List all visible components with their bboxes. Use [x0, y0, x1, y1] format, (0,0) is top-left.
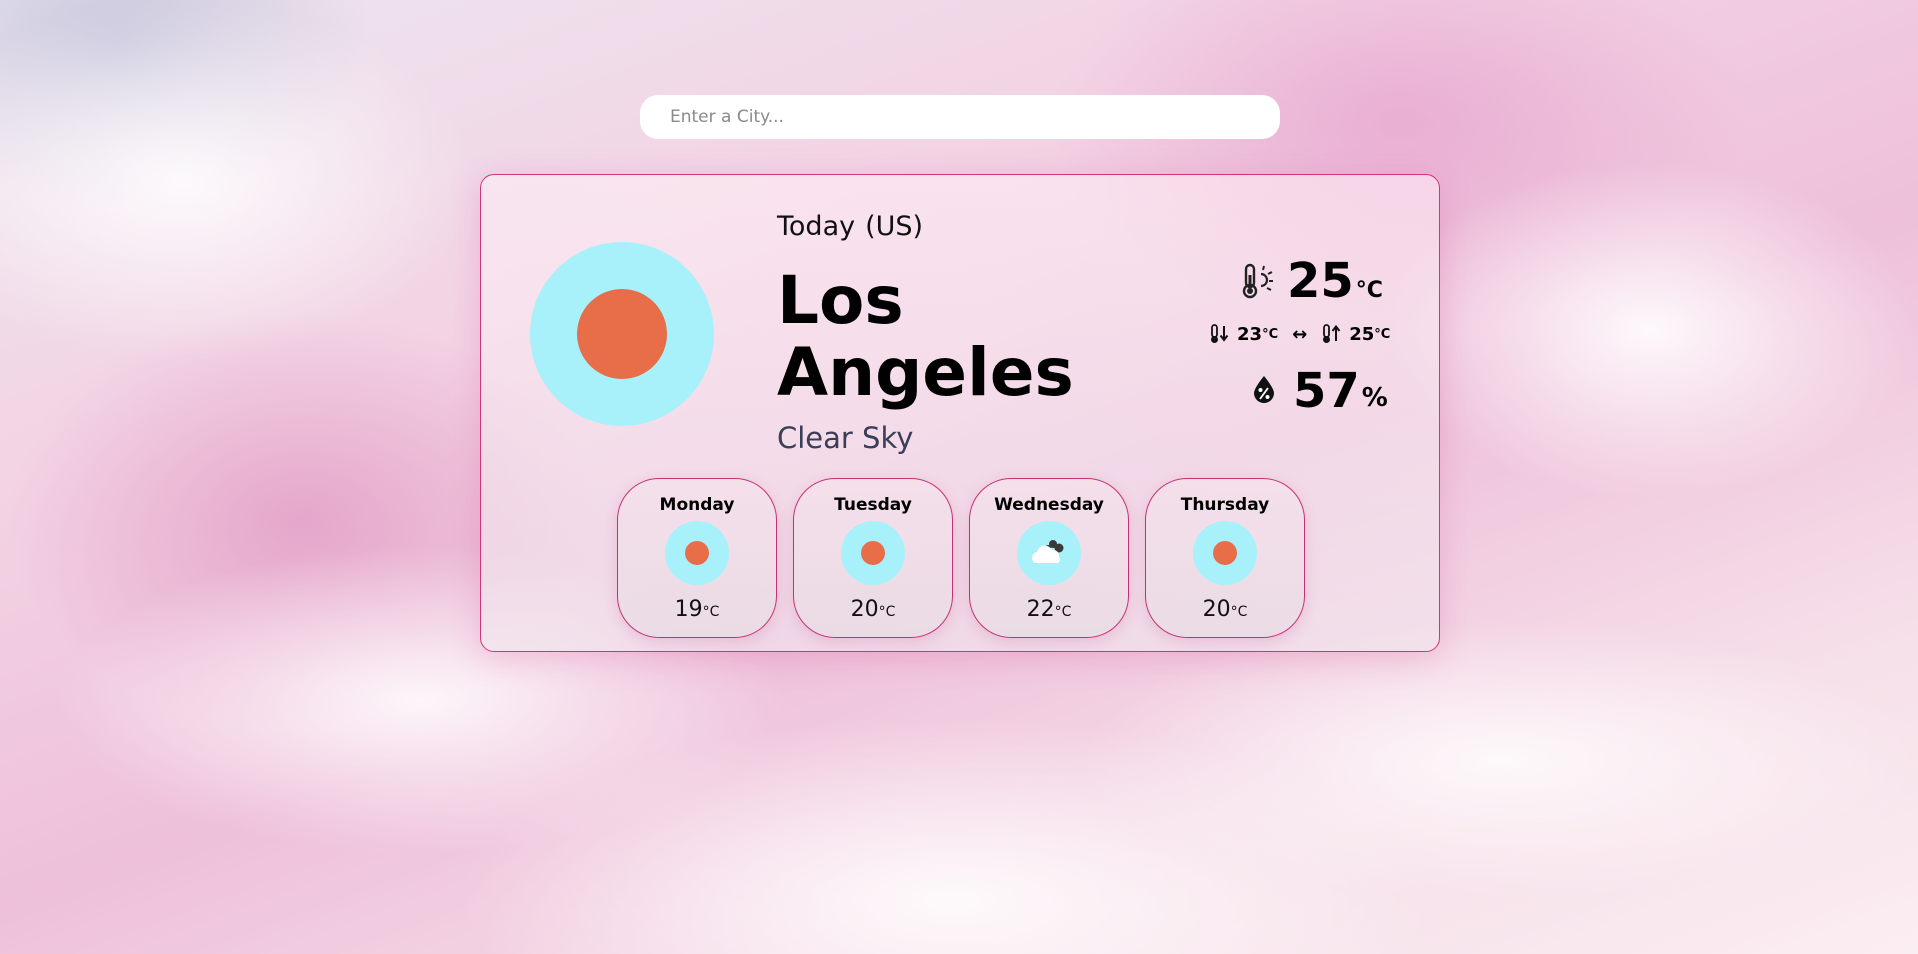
humidity: 57 % — [1251, 365, 1388, 417]
thermometer-down-icon — [1211, 324, 1229, 343]
sun-disc — [861, 541, 885, 565]
forecast-day-thursday[interactable]: Thursday 20°C — [1145, 478, 1305, 638]
forecast-temp-value: 20 — [850, 597, 879, 622]
forecast-temp-unit: °C — [1054, 604, 1072, 620]
search-bar[interactable] — [640, 95, 1280, 139]
sun-disc — [1213, 541, 1237, 565]
sun-icon — [1193, 521, 1257, 585]
forecast-temp-unit: °C — [878, 604, 896, 620]
forecast-temp: 20°C — [794, 597, 952, 622]
sun-icon — [530, 242, 714, 426]
forecast-day-label: Monday — [659, 495, 735, 515]
forecast-temp-unit: °C — [1230, 604, 1248, 620]
country-code: (US) — [865, 211, 924, 242]
humidity-value: 57 — [1293, 363, 1360, 419]
cloud-icon-graphic — [1032, 540, 1064, 563]
humidity-unit: % — [1361, 383, 1388, 413]
temperature-unit: °C — [1355, 278, 1383, 303]
sun-icon — [665, 521, 729, 585]
forecast-temp-unit: °C — [702, 604, 720, 620]
forecast-day-label: Tuesday — [834, 495, 912, 515]
forecast-temp-value: 20 — [1202, 597, 1231, 622]
min-temp-unit: °C — [1262, 326, 1279, 342]
thermometer-up-icon — [1323, 324, 1341, 343]
current-temperature: 25 °C — [1237, 255, 1383, 307]
max-temp-unit: °C — [1374, 326, 1391, 342]
today-header: Today (US) — [777, 211, 923, 242]
sun-disc — [577, 289, 667, 379]
forecast-day-wednesday[interactable]: Wednesday 22°C — [969, 478, 1129, 638]
weather-card: Today (US) Los Angeles Clear Sky 25 °C 23… — [480, 174, 1440, 652]
forecast-temp: 19°C — [618, 597, 776, 622]
today-label: Today — [777, 211, 856, 242]
forecast-temp: 20°C — [1146, 597, 1304, 622]
cloud-icon — [1017, 521, 1081, 585]
forecast-temp-value: 19 — [674, 597, 703, 622]
thermometer-sun-icon — [1242, 263, 1273, 299]
humidity-drop-icon — [1254, 376, 1274, 403]
min-max-temperature: 23 °C ↔ 25 °C — [1209, 323, 1390, 345]
temperature-value: 25 — [1287, 253, 1354, 309]
weather-condition: Clear Sky — [777, 421, 914, 455]
sun-disc — [685, 541, 709, 565]
range-arrow-icon: ↔ — [1292, 323, 1308, 345]
min-temp-value: 23 — [1237, 323, 1263, 345]
forecast-day-label: Thursday — [1180, 495, 1270, 515]
forecast-day-tuesday[interactable]: Tuesday 20°C — [793, 478, 953, 638]
max-temp-value: 25 — [1349, 323, 1375, 345]
sun-icon — [841, 521, 905, 585]
forecast-day-monday[interactable]: Monday 19°C — [617, 478, 777, 638]
forecast-temp-value: 22 — [1026, 597, 1055, 622]
city-name: Los Angeles — [777, 262, 1074, 411]
forecast-list: Monday 19°C Tuesday 20°C Wednesday 22°C … — [617, 478, 1305, 638]
city-search-input[interactable] — [640, 95, 1280, 139]
forecast-day-label: Wednesday — [994, 495, 1104, 515]
forecast-temp: 22°C — [970, 597, 1128, 622]
